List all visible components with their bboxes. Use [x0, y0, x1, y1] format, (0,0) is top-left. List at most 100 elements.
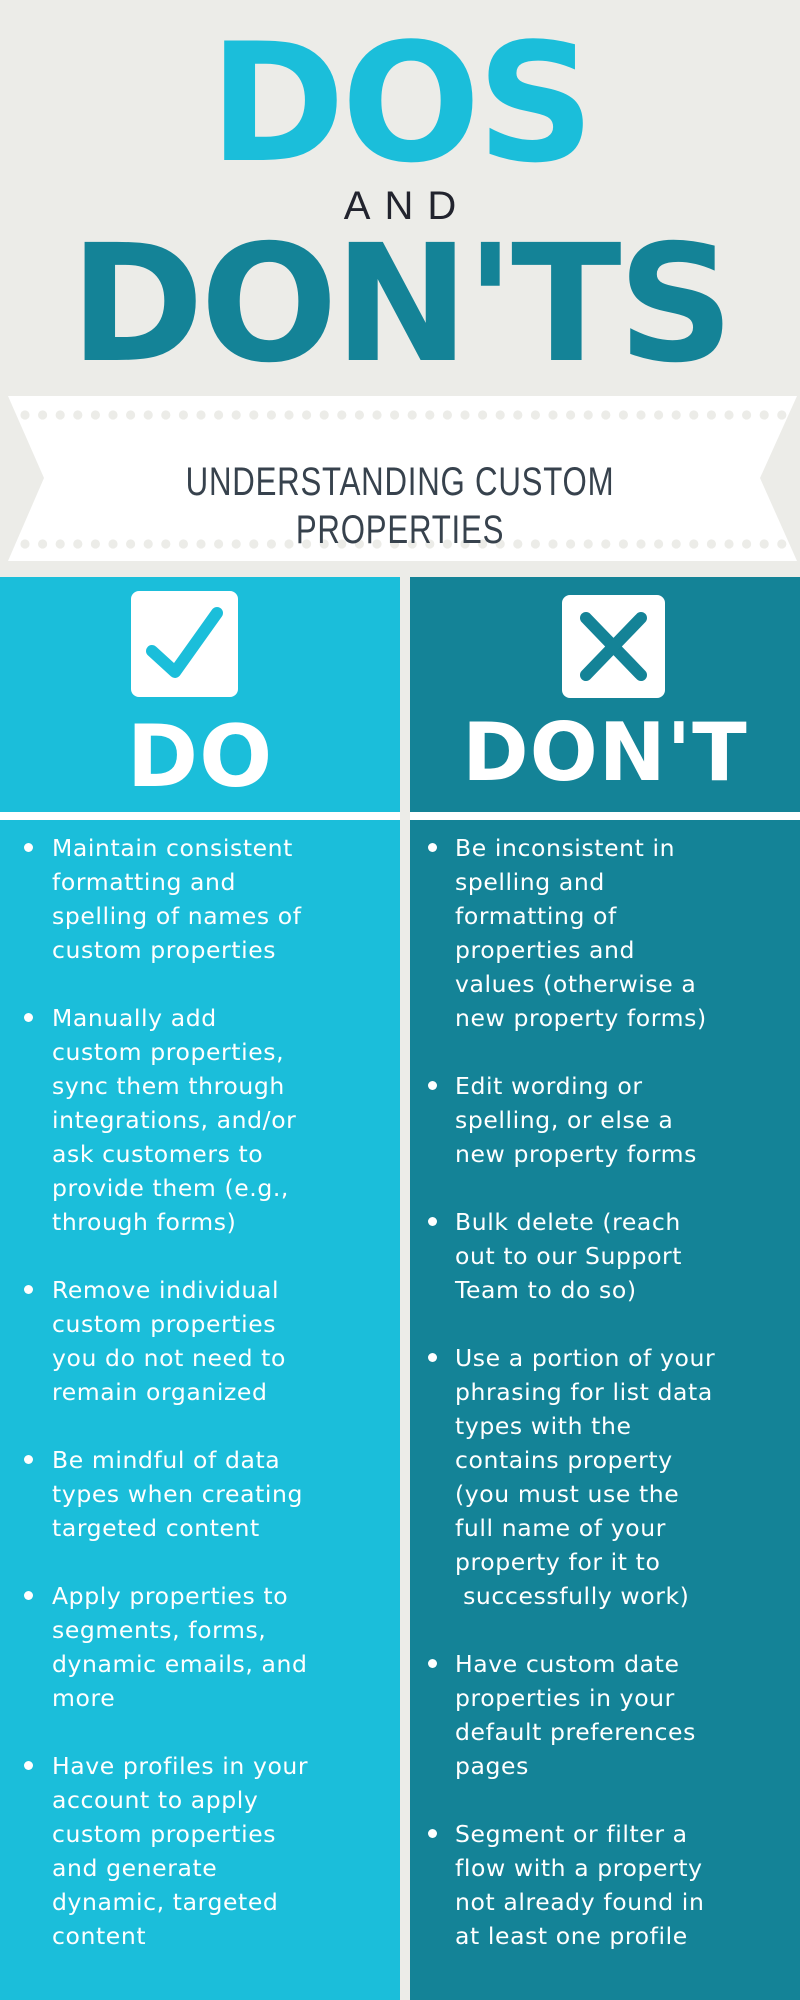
banner-dot: [372, 410, 382, 420]
banner-dot: [108, 410, 118, 420]
banner-dot: [90, 410, 100, 420]
banner-dot: [214, 410, 224, 420]
do-item: Remove individual custom properties you …: [0, 1273, 400, 1409]
do-item-text: Apply properties to segments, forms, dyn…: [52, 1582, 308, 1712]
banner-dot: [319, 410, 329, 420]
do-item-text: Be mindful of data types when creating t…: [52, 1446, 304, 1542]
banner-dot: [724, 539, 734, 549]
do-heading: DO: [126, 707, 274, 807]
banner-dot: [337, 410, 347, 420]
banner-dot: [495, 410, 505, 420]
do-list: Maintain consistent formatting and spell…: [0, 831, 400, 1987]
do-item: Have profiles in your account to apply c…: [0, 1749, 400, 1953]
banner-dot: [73, 539, 83, 549]
banner-dot: [425, 410, 435, 420]
banner-dot: [249, 410, 259, 420]
do-item: Maintain consistent formatting and spell…: [0, 831, 400, 967]
banner-dot: [671, 410, 681, 420]
banner-dot: [161, 410, 171, 420]
bullet-icon: [24, 1761, 33, 1770]
title-dos: DOS: [209, 8, 595, 199]
dont-item: Segment or filter a flow with a property…: [410, 1817, 800, 1953]
divider: [410, 812, 800, 820]
bullet-icon: [428, 1081, 437, 1090]
dont-item: Have custom date properties in your defa…: [410, 1647, 800, 1783]
banner-dot: [460, 410, 470, 420]
banner-dot: [196, 410, 206, 420]
banner-dot: [618, 410, 629, 420]
banner-dot: [478, 410, 488, 420]
do-item: Apply properties to segments, forms, dyn…: [0, 1579, 400, 1715]
banner-dot: [390, 410, 400, 420]
do-column: DO Maintain consistent formatting and sp…: [0, 577, 400, 2000]
bullet-icon: [24, 1013, 33, 1022]
banner-dot: [20, 539, 30, 549]
dont-heading: DON'T: [462, 706, 748, 799]
banner-dot: [742, 539, 752, 549]
banner-dot: [284, 410, 294, 420]
dont-item-text: Segment or filter a flow with a property…: [455, 1820, 705, 1950]
banner-dot: [777, 539, 787, 549]
dont-item-text: Be inconsistent in spelling and formatti…: [455, 834, 707, 1032]
banner-dot: [636, 410, 646, 420]
banner-dot: [759, 539, 769, 549]
banner-dot: [55, 539, 65, 549]
banner-dot: [548, 410, 558, 420]
bullet-icon: [428, 843, 437, 852]
banner-dot: [126, 410, 136, 420]
bullet-icon: [24, 843, 33, 852]
banner-dot: [442, 410, 452, 420]
bullet-icon: [24, 1285, 33, 1294]
bullet-icon: [24, 1591, 33, 1600]
banner-dot: [601, 410, 611, 420]
banner-dot: [566, 410, 576, 420]
banner-dot: [777, 410, 787, 420]
dont-item: Be inconsistent in spelling and formatti…: [410, 831, 800, 1035]
do-item-text: Maintain consistent formatting and spell…: [52, 834, 302, 964]
dont-item: Use a portion of your phrasing for list …: [410, 1341, 800, 1613]
bullet-icon: [428, 1829, 437, 1838]
banner-dot: [73, 410, 83, 420]
dont-item-text: Use a portion of your phrasing for list …: [455, 1344, 716, 1610]
do-item: Be mindful of data types when creating t…: [0, 1443, 400, 1545]
banner-dot: [654, 410, 664, 420]
bullet-icon: [428, 1659, 437, 1668]
bullet-icon: [24, 1455, 33, 1464]
banner-dot: [38, 539, 48, 549]
banner-dot: [178, 410, 188, 420]
banner-dot: [302, 410, 312, 420]
banner-dot: [530, 410, 541, 420]
dont-item-text: Edit wording or spelling, or else a new …: [455, 1072, 697, 1168]
bullet-icon: [428, 1353, 437, 1362]
banner-dot: [20, 410, 30, 420]
do-item-text: Remove individual custom properties you …: [52, 1276, 286, 1406]
banner-dot: [742, 410, 752, 420]
banner-dot: [724, 410, 734, 420]
banner-dot: [706, 410, 717, 420]
banner-dot: [513, 410, 523, 420]
dont-item-text: Have custom date properties in your defa…: [455, 1650, 696, 1780]
banner-dot: [583, 410, 593, 420]
do-item-text: Have profiles in your account to apply c…: [52, 1752, 309, 1950]
do-item: Manually add custom properties, sync the…: [0, 1001, 400, 1239]
banner-subtitle: UNDERSTANDING CUSTOM PROPERTIES: [185, 460, 615, 552]
banner-dot: [55, 410, 65, 420]
x-mark-icon: [562, 595, 665, 698]
divider: [0, 812, 400, 820]
banner-dot: [143, 410, 153, 420]
bullet-icon: [428, 1217, 437, 1226]
banner-dot: [407, 410, 417, 420]
banner-dot: [689, 410, 699, 420]
dont-item: Edit wording or spelling, or else a new …: [410, 1069, 800, 1171]
banner-dot: [759, 410, 769, 420]
checkmark-icon: [131, 591, 238, 697]
banner-dot: [266, 410, 276, 420]
dont-column: DON'T Be inconsistent in spelling and fo…: [410, 577, 800, 2000]
dont-list: Be inconsistent in spelling and formatti…: [410, 831, 800, 1987]
title-donts: DON'TS: [69, 211, 735, 399]
banner-dot: [38, 410, 48, 420]
dont-item-text: Bulk delete (reach out to our Support Te…: [455, 1208, 683, 1304]
banner-dot: [231, 410, 241, 420]
dont-item: Bulk delete (reach out to our Support Te…: [410, 1205, 800, 1307]
do-item-text: Manually add custom properties, sync the…: [52, 1004, 297, 1236]
